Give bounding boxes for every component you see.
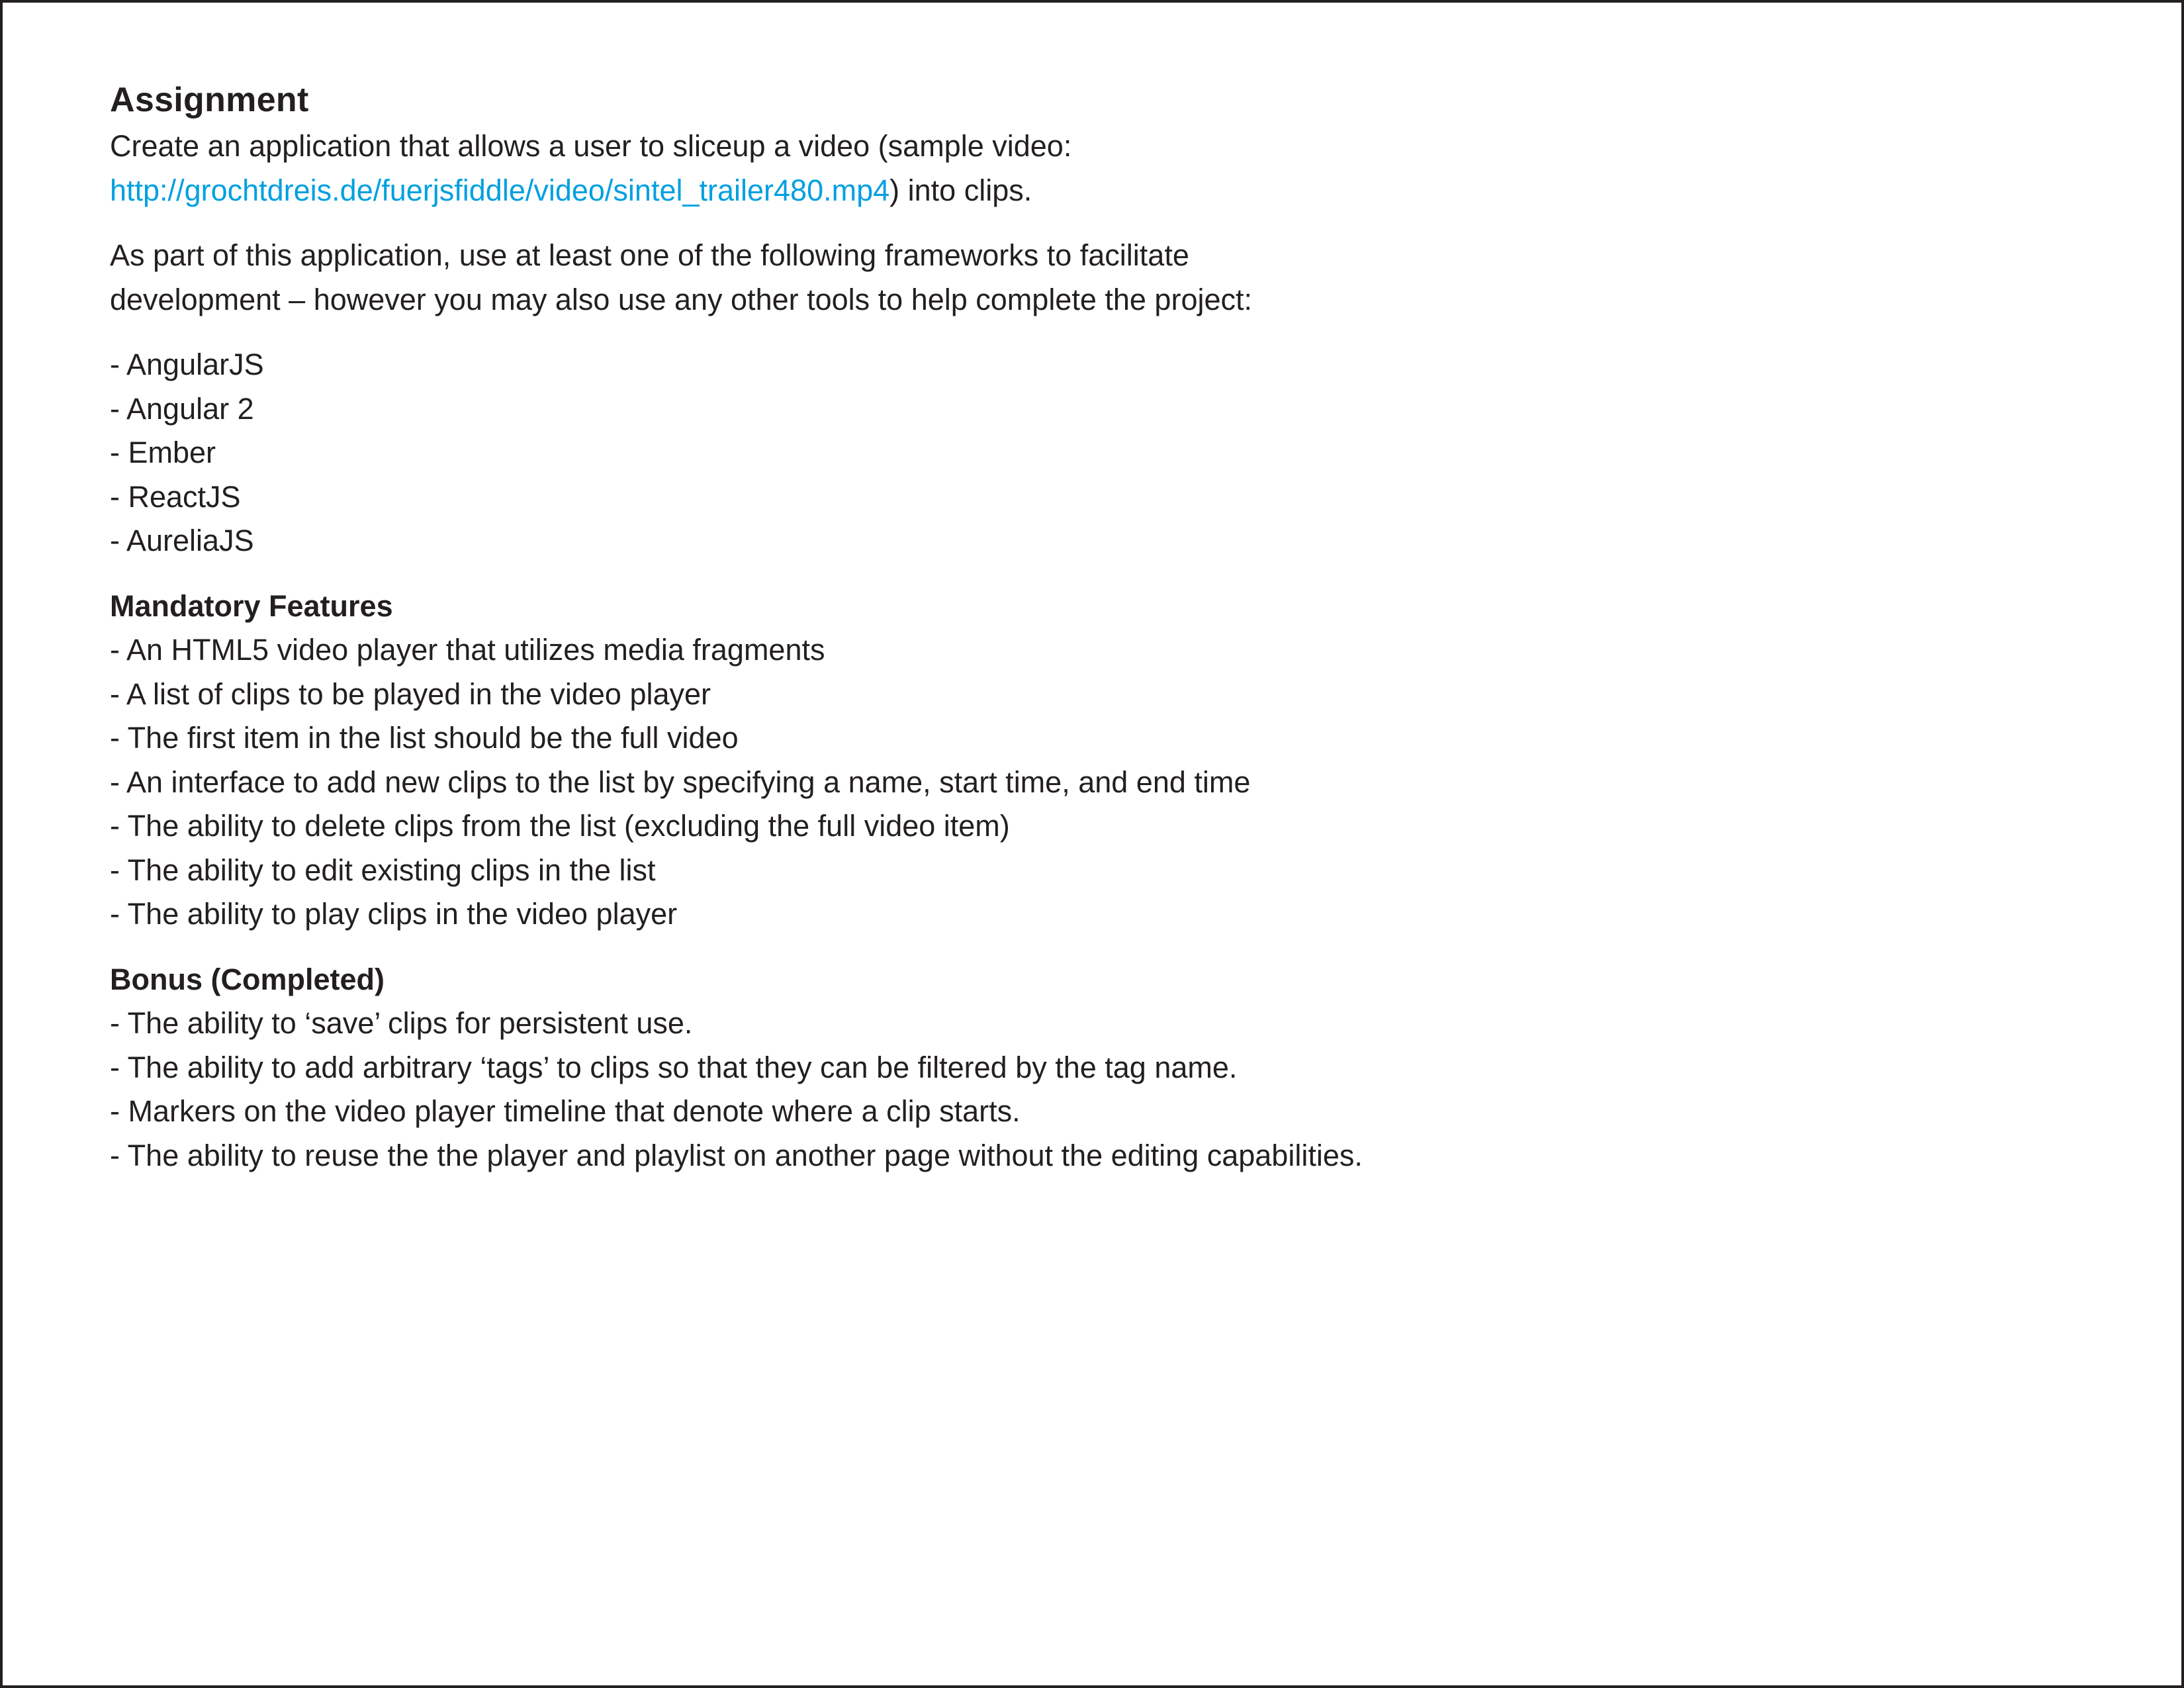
frameworks-intro-line-2: development – however you may also use a…	[110, 282, 1252, 316]
intro-line-1: Create an application that allows a user…	[110, 129, 1072, 163]
bonus-section: Bonus (Completed) - The ability to ‘save…	[110, 958, 2095, 1178]
bonus-heading: Bonus (Completed)	[110, 962, 385, 996]
list-item: - A list of clips to be played in the vi…	[110, 677, 711, 711]
list-item: - The ability to add arbitrary ‘tags’ to…	[110, 1050, 1238, 1084]
list-item: - An interface to add new clips to the l…	[110, 765, 1251, 799]
list-item: - The ability to edit existing clips in …	[110, 853, 656, 887]
mandatory-features-section: Mandatory Features - An HTML5 video play…	[110, 585, 2095, 937]
list-item: - AngularJS	[110, 348, 264, 381]
list-item: - The ability to reuse the the player an…	[110, 1138, 1363, 1172]
list-item: - The first item in the list should be t…	[110, 721, 739, 755]
intro-line-2: http://grochtdreis.de/fuerjsfiddle/video…	[110, 169, 2095, 213]
sample-video-link[interactable]: http://grochtdreis.de/fuerjsfiddle/video…	[110, 173, 889, 207]
document-content: Assignment Create an application that al…	[110, 75, 2095, 1199]
list-item: - Angular 2	[110, 391, 254, 426]
list-item: - An HTML5 video player that utilizes me…	[110, 633, 825, 667]
list-item: - AureliaJS	[110, 524, 254, 557]
list-item: - The ability to play clips in the video…	[110, 897, 678, 931]
mandatory-features-heading: Mandatory Features	[110, 588, 393, 623]
frameworks-list: - AngularJS - Angular 2 - Ember - ReactJ…	[110, 343, 2095, 563]
frameworks-intro-line-1: As part of this application, use at leas…	[110, 238, 1189, 272]
list-item: - Markers on the video player timeline t…	[110, 1094, 1021, 1128]
intro-paragraph: Create an application that allows a user…	[110, 124, 2095, 212]
list-item: - Ember	[110, 436, 216, 469]
list-item: - The ability to delete clips from the l…	[110, 809, 1010, 843]
bonus-list: - The ability to ‘save’ clips for persis…	[110, 1002, 2095, 1178]
mandatory-features-list: - An HTML5 video player that utilizes me…	[110, 628, 2095, 937]
list-item: - The ability to ‘save’ clips for persis…	[110, 1006, 693, 1040]
page-title: Assignment	[110, 81, 309, 119]
document-page: Assignment Create an application that al…	[0, 0, 2184, 1688]
list-item: - ReactJS	[110, 479, 241, 514]
frameworks-intro-paragraph: As part of this application, use at leas…	[110, 234, 2095, 322]
intro-line-2-suffix: ) into clips.	[889, 173, 1032, 207]
